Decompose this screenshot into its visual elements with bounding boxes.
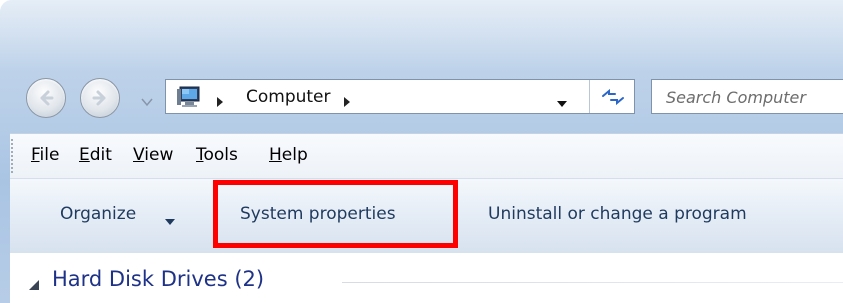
chevron-down-icon [141,98,153,107]
menu-help-label: elp [281,145,308,165]
computer-icon [176,86,202,112]
group-divider [342,282,843,283]
menu-help-accelerator: H [269,145,282,165]
window-frame-shine [0,0,843,70]
address-history-dropdown[interactable] [556,93,568,112]
refresh-icon [602,88,624,106]
breadcrumb-separator-icon[interactable] [343,92,351,111]
menu-help[interactable]: Help [269,145,308,165]
menu-view[interactable]: View [133,145,173,165]
group-header-hard-disk-drives[interactable]: Hard Disk Drives (2) [52,267,264,291]
back-arrow-icon [40,90,54,106]
breadcrumb-separator-icon[interactable] [216,92,224,111]
menu-file-label: ile [39,145,60,165]
refresh-button[interactable] [589,80,636,113]
menu-view-accelerator: V [133,145,145,165]
organize-dropdown-icon[interactable] [164,211,176,230]
menu-tools-label: ools [203,145,238,165]
dropdown-arrow-icon [557,101,567,107]
menu-view-label: iew [144,145,174,165]
menu-file-accelerator: F [31,145,40,165]
search-input[interactable]: Search Computer [651,79,843,114]
back-button[interactable] [26,78,66,118]
collapse-triangle-icon[interactable] [28,276,40,295]
forward-button[interactable] [80,78,120,118]
menu-edit-label: dit [89,145,112,165]
menu-bar-grip[interactable] [10,138,14,174]
menu-file[interactable]: File [31,145,59,165]
search-placeholder: Search Computer [666,88,806,107]
address-bar[interactable]: Computer [165,79,635,114]
menu-edit-accelerator: E [79,145,90,165]
uninstall-program-button[interactable]: Uninstall or change a program [488,204,747,224]
highlight-box [213,180,458,248]
forward-arrow-icon [92,90,106,106]
menu-edit[interactable]: Edit [79,145,112,165]
menu-tools-accelerator: T [196,145,204,165]
recent-pages-button[interactable] [140,92,154,111]
address-path-computer[interactable]: Computer [246,87,331,107]
organize-button[interactable]: Organize [60,204,136,224]
menu-tools[interactable]: Tools [196,145,238,165]
